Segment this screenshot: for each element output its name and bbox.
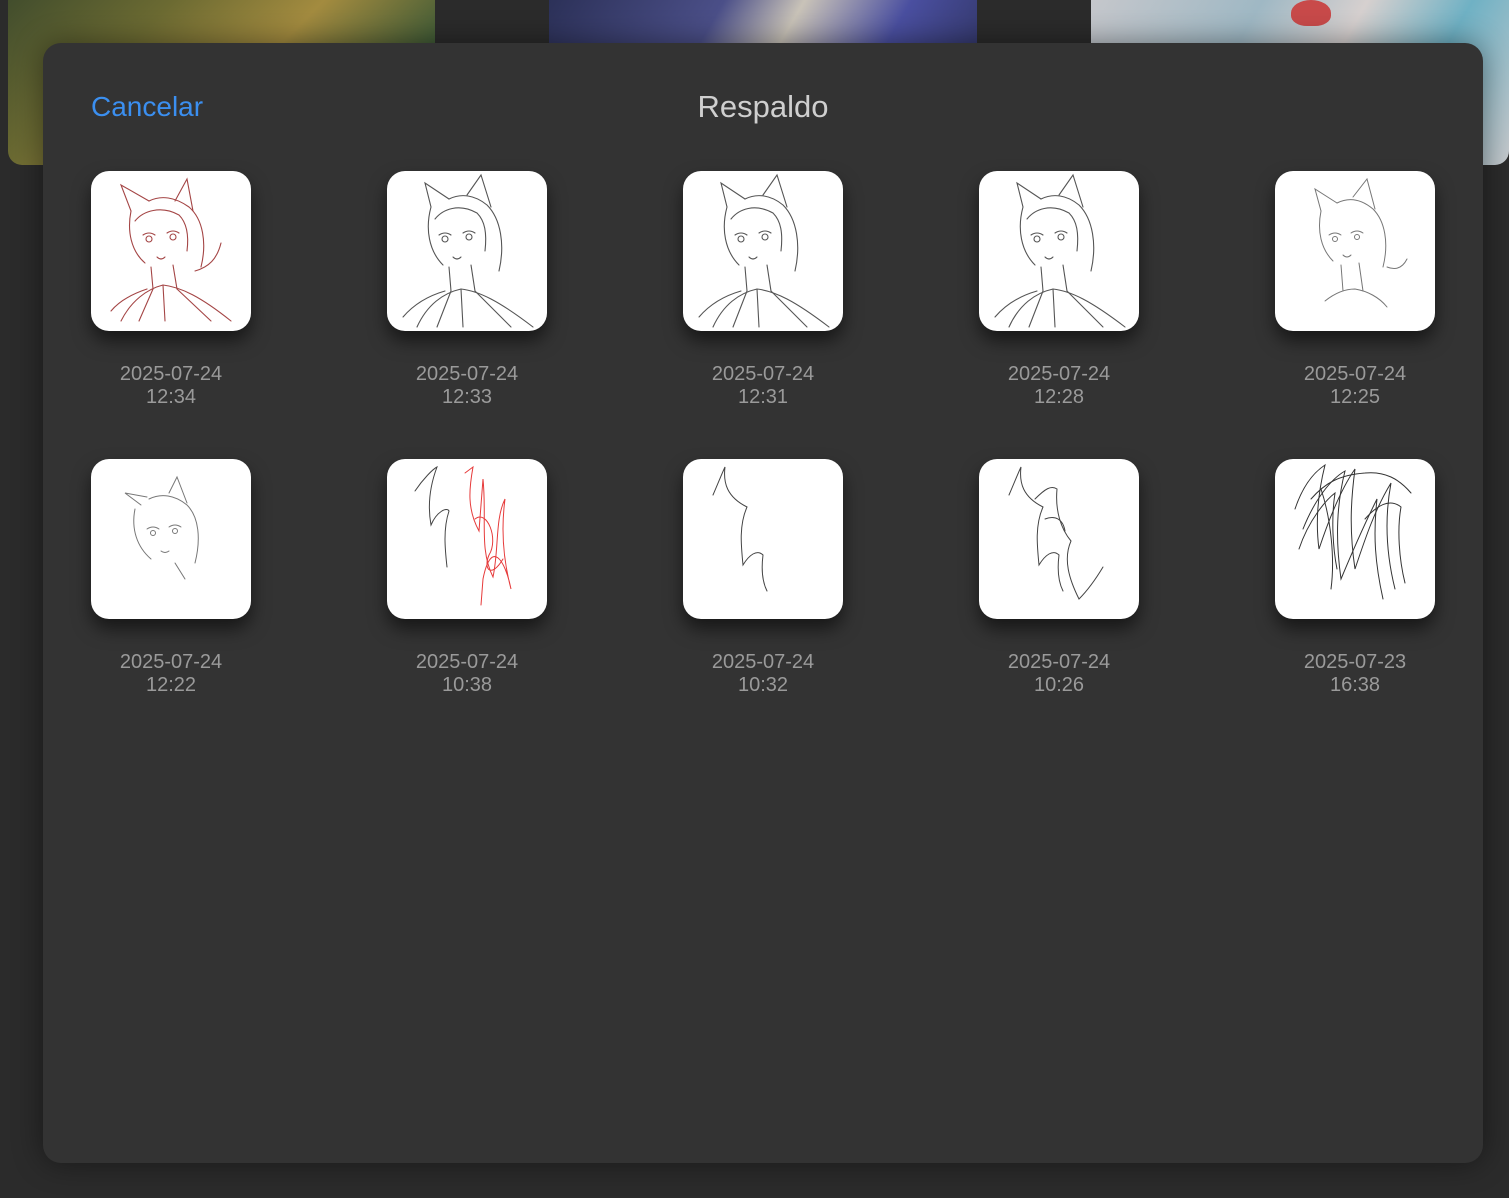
- backup-item[interactable]: 2025-07-24 12:31: [683, 171, 843, 409]
- backup-thumbnail: [683, 171, 843, 331]
- sketch-cat-girl-icon: [402, 173, 534, 328]
- backup-timestamp: 2025-07-23 16:38: [1303, 651, 1407, 696]
- sketch-cat-girl-head-icon: [124, 475, 199, 580]
- backup-item[interactable]: 2025-07-24 12:28: [979, 171, 1139, 409]
- backup-timestamp: 2025-07-24 12:25: [1303, 363, 1407, 408]
- backup-thumbnail: [1275, 171, 1435, 331]
- scribble-dense-icon: [1294, 463, 1412, 600]
- backup-timestamp: 2025-07-24 10:32: [711, 651, 815, 696]
- backup-item[interactable]: 2025-07-24 10:32: [683, 459, 843, 697]
- backup-timestamp: 2025-07-24 12:34: [119, 363, 223, 408]
- scribble-double-icon: [1008, 466, 1104, 600]
- backup-timestamp: 2025-07-24 10:26: [1007, 651, 1111, 696]
- backup-thumbnail: [387, 459, 547, 619]
- backup-timestamp: 2025-07-24 12:33: [415, 363, 519, 408]
- backup-timestamp: 2025-07-24 12:31: [711, 363, 815, 408]
- scribble-single-icon: [712, 466, 768, 592]
- backup-item[interactable]: 2025-07-24 12:33: [387, 171, 547, 409]
- backup-thumbnail: [1275, 459, 1435, 619]
- backup-thumbnail: [91, 459, 251, 619]
- backup-thumbnail: [387, 171, 547, 331]
- backup-item[interactable]: 2025-07-24 12:25: [1275, 171, 1435, 409]
- backup-thumbnail: [91, 171, 251, 331]
- backup-item[interactable]: 2025-07-23 16:38: [1275, 459, 1435, 697]
- backup-grid: 2025-07-24 12:34 2025-07-24 12:33 2025-0…: [91, 171, 1435, 697]
- backup-item[interactable]: 2025-07-24 10:38: [387, 459, 547, 697]
- backup-thumbnail: [979, 459, 1139, 619]
- backup-timestamp: 2025-07-24 12:22: [119, 651, 223, 696]
- backup-item[interactable]: 2025-07-24 12:22: [91, 459, 251, 697]
- backup-thumbnail: [979, 171, 1139, 331]
- backup-thumbnail: [683, 459, 843, 619]
- backup-sheet: Cancelar Respaldo 2025-07-24 12:34 2025-…: [43, 43, 1483, 1163]
- sketch-red-cat-girl-icon: [110, 177, 232, 322]
- sheet-title: Respaldo: [697, 89, 829, 124]
- backup-timestamp: 2025-07-24 12:28: [1007, 363, 1111, 408]
- backup-item[interactable]: 2025-07-24 12:34: [91, 171, 251, 409]
- sketch-cat-girl-light-icon: [1314, 177, 1408, 308]
- backup-timestamp: 2025-07-24 10:38: [415, 651, 519, 696]
- sketch-cat-girl-icon: [994, 173, 1126, 328]
- sketch-cat-girl-icon: [698, 173, 830, 328]
- scribble-red-icon: [414, 465, 512, 606]
- backup-item[interactable]: 2025-07-24 10:26: [979, 459, 1139, 697]
